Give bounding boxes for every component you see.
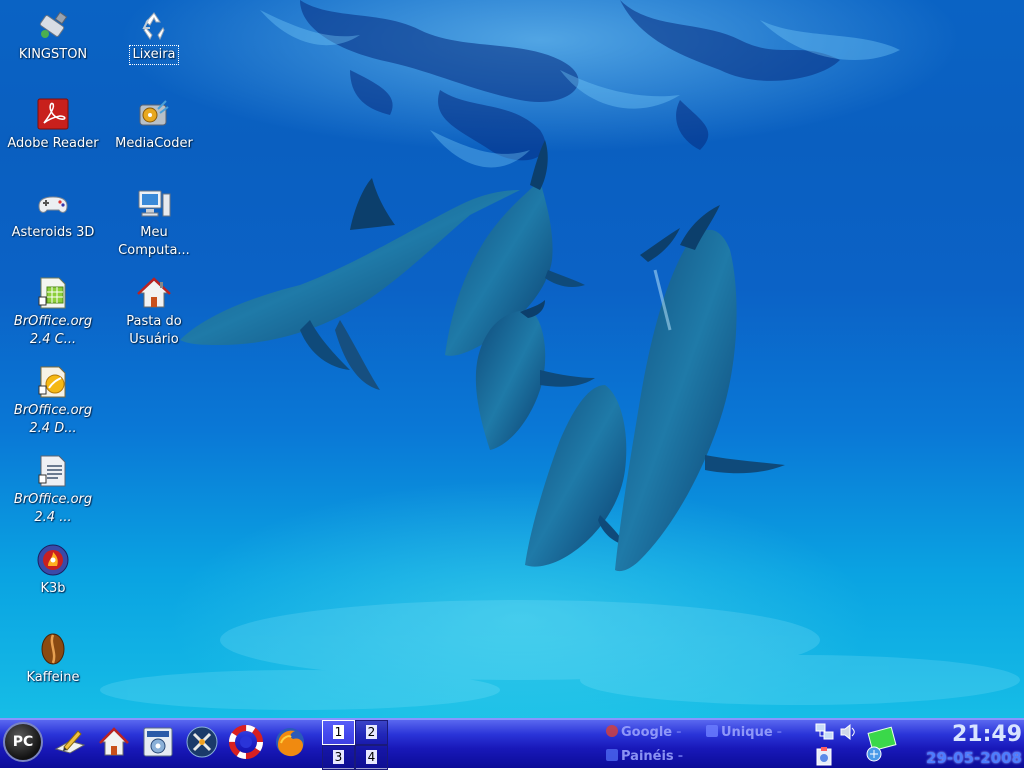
clipboard-icon[interactable] [814, 746, 834, 766]
desktop-icon-lixeira[interactable]: Lixeira [106, 8, 202, 65]
firefox-icon [276, 728, 304, 757]
calc-icon [35, 275, 71, 311]
computer-icon [136, 186, 172, 222]
kmenu-button[interactable]: PC [3, 722, 43, 762]
launcher-control-center[interactable] [141, 725, 175, 759]
desktop-pager: 1 2 3 4 [322, 720, 388, 770]
desktop-icon-broffice-draw[interactable]: BrOffice.org 2.4 D... [5, 364, 101, 438]
desktop-icon-kingston[interactable]: KINGSTON [5, 8, 101, 64]
folder-icon [706, 725, 718, 737]
desktop-icon-mediacoder[interactable]: MediaCoder [106, 97, 202, 153]
pager-desktop-1[interactable]: 1 [322, 720, 355, 745]
desktop-icon-kaffeine[interactable]: Kaffeine [5, 631, 101, 687]
speaker-icon[interactable] [838, 722, 858, 742]
wireless-icon[interactable] [862, 726, 898, 762]
launcher-home[interactable] [97, 725, 131, 759]
clock-time: 21:49 [951, 722, 1022, 747]
desktop-icon-label: Meu Computa... [118, 225, 190, 258]
launcher-firefox[interactable] [273, 725, 307, 759]
launcher-rescue[interactable] [229, 725, 263, 759]
launcher-text-editor[interactable] [52, 725, 86, 759]
dolphin-5 [615, 205, 785, 572]
gamepad-icon [35, 186, 71, 222]
desktop-icon-meu-computador[interactable]: Meu Computa... [106, 186, 202, 260]
usb-drive-icon [35, 8, 71, 44]
desktop-icon-label: Kaffeine [26, 670, 80, 685]
pager-desktop-4[interactable]: 4 [355, 745, 388, 770]
k3b-icon [35, 542, 71, 578]
desktop-icon-label: BrOffice.org 2.4 ... [13, 492, 93, 525]
desktop-icon-label: MediaCoder [115, 136, 193, 151]
bookmark-google[interactable]: Google - [606, 725, 682, 740]
home-folder-icon [136, 275, 172, 311]
bookmark-unique[interactable]: Unique - [706, 725, 782, 740]
clock[interactable]: 21:49 29-05-2008 [912, 721, 1022, 767]
adobe-reader-icon [35, 97, 71, 133]
mediacoder-icon [136, 97, 172, 133]
kmenu-label: PC [12, 734, 34, 750]
desktop-icon-label: Asteroids 3D [11, 225, 95, 240]
network-icon[interactable] [814, 722, 834, 742]
tools-icon [186, 726, 218, 758]
pager-desktop-2[interactable]: 2 [355, 720, 388, 745]
desktop-wallpaper[interactable]: KINGSTON Adobe Reader Asteroids 3D BrOff… [0, 0, 1024, 718]
desktop-icon-adobe-reader[interactable]: Adobe Reader [5, 97, 101, 153]
desktop-icon-broffice-calc[interactable]: BrOffice.org 2.4 C... [5, 275, 101, 349]
home-icon [99, 727, 129, 756]
panel-icon [606, 749, 618, 761]
taskbar: PC 1 2 3 4 Google - Unique - Painéis - 2… [0, 718, 1024, 770]
desktop-icon-label: Adobe Reader [7, 136, 99, 151]
desktop-icon-label: Lixeira [129, 45, 179, 65]
launcher-tools[interactable] [185, 725, 219, 759]
lifebuoy-icon [229, 725, 263, 759]
desktop-icon-label: K3b [40, 581, 66, 596]
pager-desktop-3[interactable]: 3 [322, 745, 355, 770]
kaffeine-icon [35, 631, 71, 667]
google-icon [606, 725, 618, 737]
clock-date: 29-05-2008 [926, 749, 1022, 767]
writer-icon [35, 453, 71, 489]
bookmarks-applet: Google - Unique - Painéis - [602, 722, 802, 768]
desktop-icon-pasta-do-usuario[interactable]: Pasta do Usuário [106, 275, 202, 349]
desktop-icon-asteroids[interactable]: Asteroids 3D [5, 186, 101, 242]
dolphin-4 [525, 385, 627, 567]
desktop-icon-label: Pasta do Usuário [126, 314, 182, 347]
desktop-icon-label: BrOffice.org 2.4 C... [13, 314, 93, 347]
desktop-icon-k3b[interactable]: K3b [5, 542, 101, 598]
desktop-icon-label: BrOffice.org 2.4 D... [13, 403, 93, 436]
control-center-icon [143, 727, 173, 757]
text-editor-icon [54, 730, 86, 754]
trash-icon [136, 8, 172, 44]
system-tray [810, 720, 920, 770]
desktop-icon-broffice-writer[interactable]: BrOffice.org 2.4 ... [5, 453, 101, 527]
desktop-icon-label: KINGSTON [18, 47, 88, 62]
bookmark-paineis[interactable]: Painéis - [606, 749, 683, 764]
draw-icon [35, 364, 71, 400]
